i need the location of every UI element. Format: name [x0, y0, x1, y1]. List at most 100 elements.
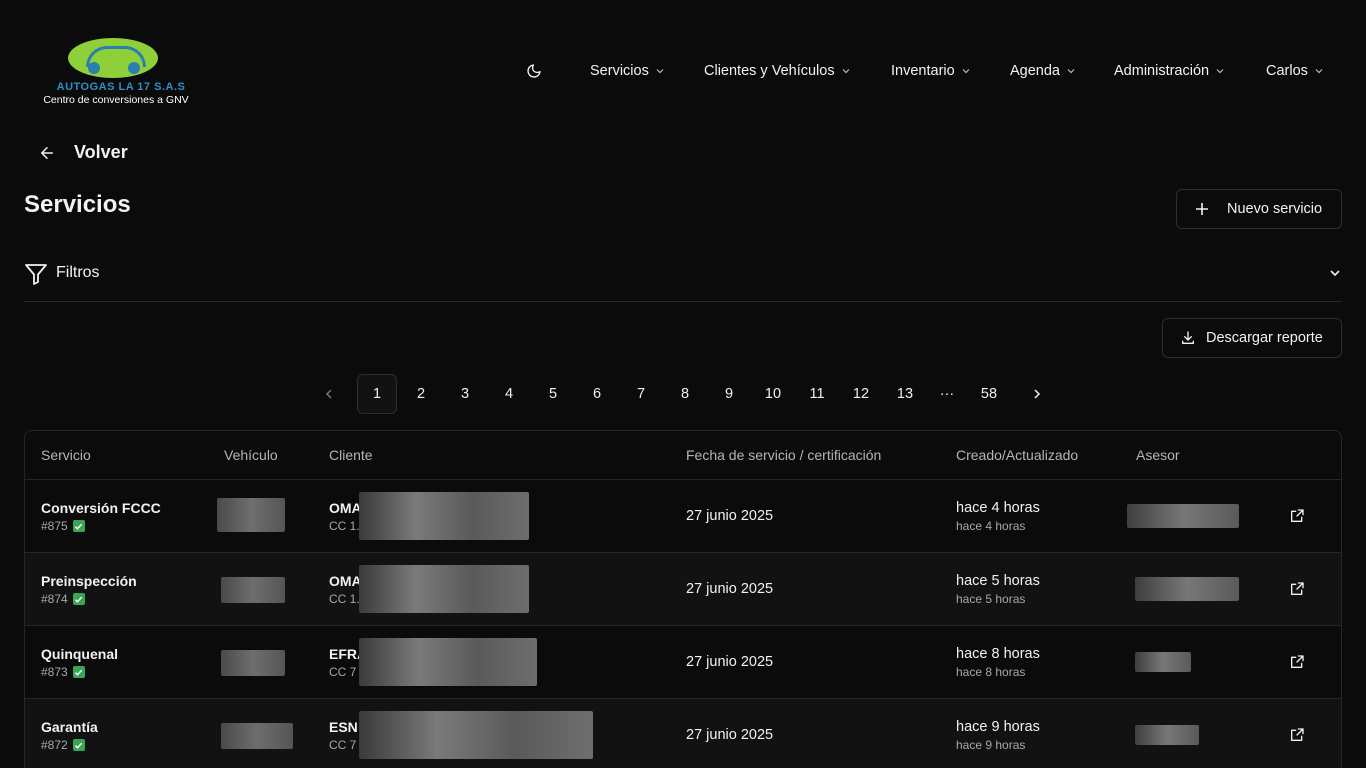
filter-icon: [25, 264, 47, 285]
vehicle-plate-redacted: [217, 498, 285, 532]
chevron-left-icon: [325, 389, 332, 399]
nav-label: Inventario: [891, 63, 955, 79]
table-row[interactable]: Quinquenal #873 EFRA CC 7 27 junio 2025 …: [25, 626, 1341, 699]
pagination-page-last[interactable]: 58: [969, 374, 1009, 414]
nav-administracion[interactable]: Administración: [1114, 60, 1225, 82]
pagination-prev-button[interactable]: [309, 374, 349, 414]
nav-servicios[interactable]: Servicios: [590, 60, 665, 82]
check-icon: [72, 520, 85, 532]
filters-label: Filtros: [56, 264, 100, 281]
column-header-creado: Creado/Actualizado: [956, 447, 1079, 463]
external-link-icon[interactable]: [1289, 581, 1305, 597]
service-number-text: #872: [41, 738, 68, 752]
arrow-left-icon: [41, 146, 53, 159]
pagination-page[interactable]: 2: [401, 374, 441, 414]
nav-inventario[interactable]: Inventario: [891, 60, 971, 82]
chevron-down-icon: [1330, 270, 1340, 277]
service-number-text: #873: [41, 665, 68, 679]
advisor-redacted: [1127, 504, 1239, 528]
pagination-ellipsis: ···: [939, 386, 955, 402]
column-header-servicio: Servicio: [41, 447, 91, 463]
nav-clientes-vehiculos[interactable]: Clientes y Vehículos: [704, 60, 851, 82]
pagination: 1 2 3 4 5 6 7 8 9 10 11 12 13 ··· 58: [0, 374, 1366, 414]
external-link-icon[interactable]: [1289, 727, 1305, 743]
new-service-label: Nuevo servicio: [1227, 201, 1323, 217]
pagination-page[interactable]: 10: [753, 374, 793, 414]
client-document: CC 7: [329, 738, 357, 752]
nav-label: Agenda: [1010, 63, 1060, 79]
updated-ago: hace 5 horas: [956, 573, 1040, 589]
client-info-redacted: [359, 492, 529, 540]
back-button[interactable]: Volver: [38, 142, 128, 163]
updated-ago: hace 9 horas: [956, 719, 1040, 735]
service-name: Preinspección: [41, 573, 137, 589]
service-date: 27 junio 2025: [686, 727, 774, 743]
column-header-vehiculo: Vehículo: [224, 447, 278, 463]
nav-label: Carlos: [1266, 63, 1308, 79]
table-header: Servicio Vehículo Cliente Fecha de servi…: [25, 431, 1341, 480]
service-number: #874: [41, 592, 85, 606]
check-icon: [72, 739, 85, 751]
nav-label: Clientes y Vehículos: [704, 63, 835, 79]
service-number: #872: [41, 738, 85, 752]
pagination-page[interactable]: 12: [841, 374, 881, 414]
service-number: #873: [41, 665, 85, 679]
pagination-next-button[interactable]: [1017, 374, 1057, 414]
table-row[interactable]: Garantía #872 ESN CC 7 27 junio 2025 hac…: [25, 699, 1341, 768]
pagination-page[interactable]: 13: [885, 374, 925, 414]
service-date: 27 junio 2025: [686, 581, 774, 597]
column-header-asesor: Asesor: [1136, 447, 1180, 463]
pagination-page[interactable]: 3: [445, 374, 485, 414]
external-link-icon[interactable]: [1289, 508, 1305, 524]
back-label: Volver: [74, 142, 128, 162]
chevron-down-icon: [656, 69, 664, 74]
pagination-page[interactable]: 11: [797, 374, 837, 414]
nav-user-menu[interactable]: Carlos: [1266, 60, 1324, 82]
check-icon: [72, 593, 85, 605]
pagination-page[interactable]: 7: [621, 374, 661, 414]
client-info-redacted: [359, 565, 529, 613]
download-report-button[interactable]: Descargar reporte: [1162, 318, 1342, 358]
filters-toggle[interactable]: Filtros: [24, 262, 1342, 302]
service-number-text: #874: [41, 592, 68, 606]
external-link-icon[interactable]: [1289, 654, 1305, 670]
client-info-redacted: [359, 638, 537, 686]
plus-icon: [1196, 203, 1208, 215]
created-ago: hace 4 horas: [956, 519, 1026, 533]
pagination-page[interactable]: 4: [489, 374, 529, 414]
updated-ago: hace 8 horas: [956, 646, 1040, 662]
theme-toggle-button[interactable]: [524, 61, 544, 81]
main-nav: Servicios Clientes y Vehículos Inventari…: [590, 60, 1326, 82]
pagination-page[interactable]: 8: [665, 374, 705, 414]
advisor-redacted: [1135, 652, 1191, 672]
client-name: OMA: [329, 500, 362, 516]
vehicle-plate-redacted: [221, 650, 285, 676]
page-title: Servicios: [24, 191, 131, 218]
service-date: 27 junio 2025: [686, 508, 774, 524]
pagination-page[interactable]: 1: [357, 374, 397, 414]
company-logo[interactable]: AUTOGAS LA 17 S.A.S Centro de conversion…: [36, 36, 196, 108]
client-name: OMA: [329, 573, 362, 589]
nav-label: Servicios: [590, 63, 649, 79]
table-row[interactable]: Conversión FCCC #875 OMA CC 1. 27 junio …: [25, 480, 1341, 553]
pagination-page[interactable]: 6: [577, 374, 617, 414]
car-logo-icon: [68, 38, 158, 78]
chevron-down-icon: [842, 69, 850, 74]
chevron-down-icon: [1315, 69, 1323, 74]
download-icon: [1182, 331, 1194, 344]
services-table: Servicio Vehículo Cliente Fecha de servi…: [24, 430, 1342, 768]
client-document: CC 7: [329, 665, 357, 679]
service-number-text: #875: [41, 519, 68, 533]
nav-label: Administración: [1114, 63, 1210, 79]
table-row[interactable]: Preinspección #874 OMA CC 1. 27 junio 20…: [25, 553, 1341, 626]
nav-agenda[interactable]: Agenda: [1010, 60, 1076, 82]
service-name: Garantía: [41, 719, 98, 735]
service-name: Quinquenal: [41, 646, 118, 662]
client-info-redacted: [359, 711, 593, 759]
advisor-redacted: [1135, 725, 1199, 745]
new-service-button[interactable]: Nuevo servicio: [1176, 189, 1342, 229]
pagination-page[interactable]: 5: [533, 374, 573, 414]
service-name: Conversión FCCC: [41, 500, 161, 516]
client-document: CC 1.: [329, 519, 360, 533]
pagination-page[interactable]: 9: [709, 374, 749, 414]
